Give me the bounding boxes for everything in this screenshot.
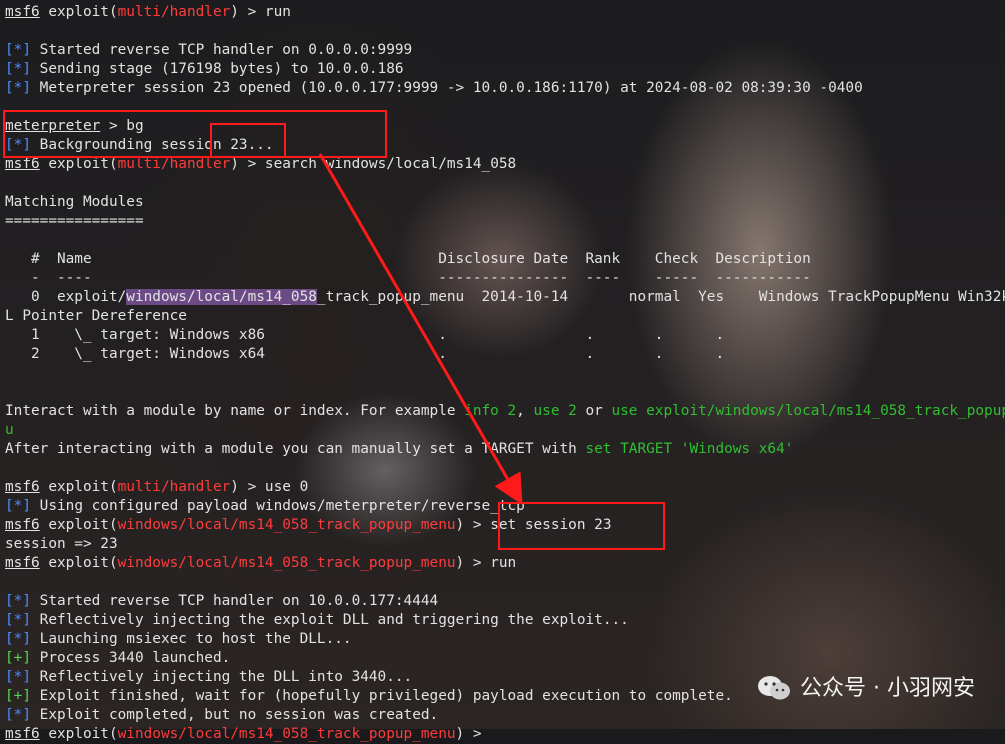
watermark-text: 公众号 · 小羽网安 xyxy=(800,675,975,701)
watermark: 公众号 · 小羽网安 xyxy=(756,674,975,702)
annotation-arrow xyxy=(318,153,523,505)
wechat-icon xyxy=(758,676,791,700)
